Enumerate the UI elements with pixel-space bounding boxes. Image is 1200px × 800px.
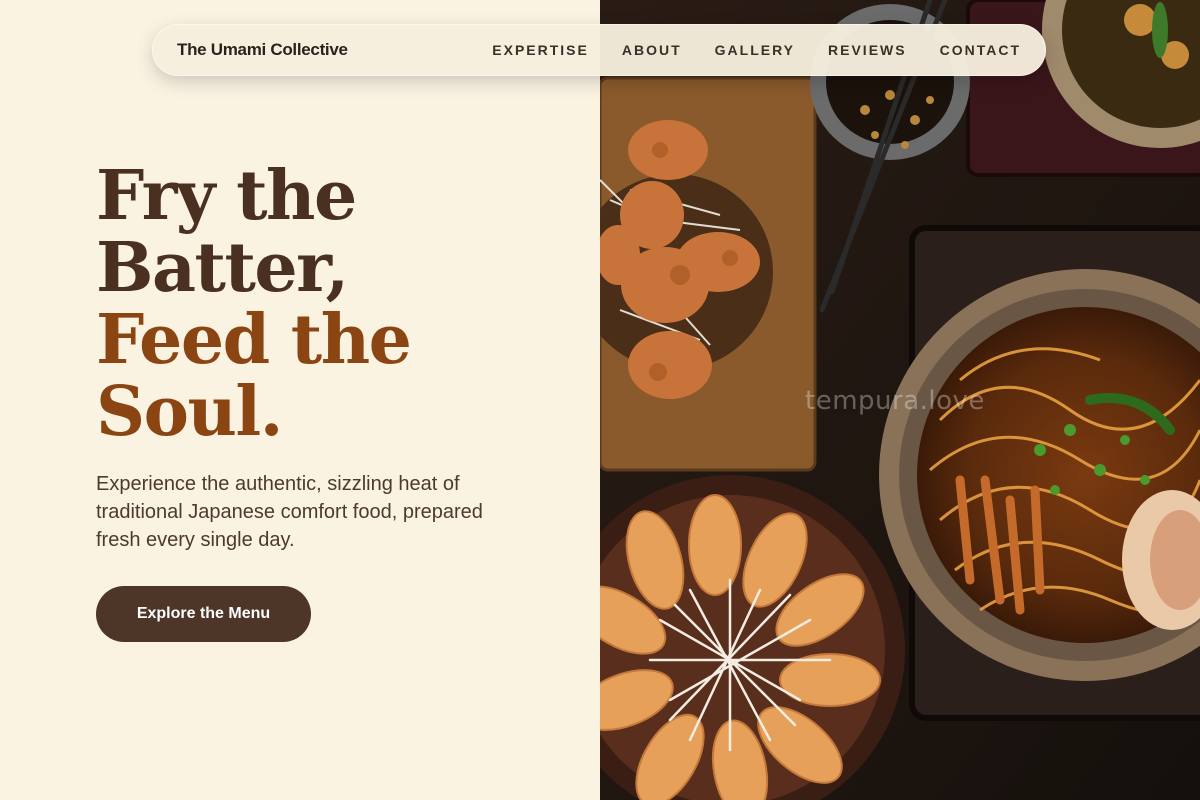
brand-name[interactable]: The Umami Collective bbox=[177, 40, 348, 60]
nav-link-about[interactable]: ABOUT bbox=[622, 42, 682, 58]
hero-subtitle: Experience the authentic, sizzling heat … bbox=[96, 473, 483, 551]
watermark-text: tempura.love bbox=[805, 386, 985, 416]
hero-title: Fry the Batter, Feed the Soul. bbox=[96, 156, 412, 452]
nav-menu: EXPERTISE ABOUT GALLERY REVIEWS CONTACT bbox=[492, 42, 1021, 58]
nav-link-expertise[interactable]: EXPERTISE bbox=[492, 42, 589, 58]
nav-link-contact[interactable]: CONTACT bbox=[940, 42, 1021, 58]
hero-title-line-3: Feed the bbox=[96, 300, 412, 380]
nav-link-gallery[interactable]: GALLERY bbox=[715, 42, 795, 58]
hero-title-line-1: Fry the bbox=[96, 156, 357, 236]
nav-link-reviews[interactable]: REVIEWS bbox=[828, 42, 907, 58]
top-navigation: The Umami Collective EXPERTISE ABOUT GAL… bbox=[152, 24, 1046, 76]
hero-title-line-2: Batter, bbox=[96, 228, 349, 308]
hero-title-line-4: Soul. bbox=[96, 372, 283, 452]
explore-menu-button[interactable]: Explore the Menu bbox=[96, 586, 311, 642]
